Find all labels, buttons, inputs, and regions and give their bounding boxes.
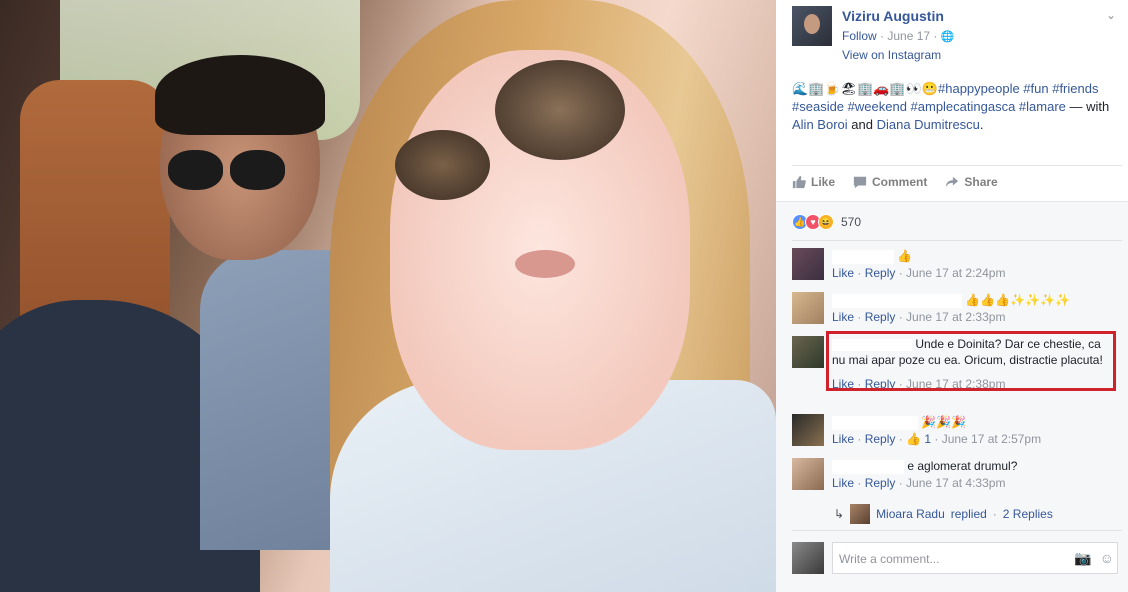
comment-time[interactable]: June 17 at 2:57pm	[942, 432, 1041, 446]
comment-button[interactable]: Comment	[853, 172, 927, 192]
tagged-person-2[interactable]: Diana Dumitrescu	[877, 117, 980, 132]
thumbs-up-icon	[792, 175, 806, 189]
share-icon	[946, 176, 959, 188]
divider	[792, 165, 1122, 166]
commenter-avatar[interactable]	[792, 248, 824, 280]
comment-time[interactable]: June 17 at 4:33pm	[906, 476, 1005, 490]
comment-like-link[interactable]: Like	[832, 476, 854, 490]
reactions-count: 570	[841, 215, 862, 229]
commenter-avatar[interactable]	[792, 336, 824, 368]
comment-likes-count[interactable]: 👍 1	[906, 432, 931, 446]
comment-actions: Like · Reply · June 17 at 2:24pm	[832, 266, 1006, 280]
sunglasses-man	[168, 150, 288, 190]
post-photo[interactable]	[0, 0, 776, 592]
comment-reply-link[interactable]: Reply	[865, 266, 896, 280]
divider	[792, 530, 1122, 531]
replied-verb: replied	[950, 507, 987, 521]
commenter-name-redacted	[832, 459, 904, 474]
comment-label: Comment	[872, 175, 928, 189]
like-button[interactable]: Like	[792, 172, 835, 192]
post-side-panel: Viziru Augustin Follow · June 17 · 🌐 Vie…	[776, 0, 1128, 592]
meta-separator: ·	[880, 29, 885, 43]
comment-like-link[interactable]: Like	[832, 266, 854, 280]
comment-actions: Like · Reply · June 17 at 4:33pm	[832, 476, 1006, 490]
commenter-name-redacted	[832, 293, 962, 308]
comment-text: 👍👍👍✨✨✨✨	[965, 293, 1070, 307]
tagged-person-1[interactable]: Alin Boroi	[792, 117, 848, 132]
comment-likes-number: 1	[924, 432, 932, 446]
comment-reply-link[interactable]: Reply	[865, 432, 896, 446]
separator: ·	[992, 507, 997, 521]
comment-like-link[interactable]: Like	[832, 432, 854, 446]
comment-reply-link[interactable]: Reply	[865, 310, 896, 324]
replier-name[interactable]: Mioara Radu	[876, 507, 945, 521]
commenter-avatar[interactable]	[792, 458, 824, 490]
divider	[792, 240, 1122, 241]
emoji-icon[interactable]: ☺	[1100, 550, 1114, 567]
camera-icon[interactable]: 📷	[1074, 550, 1091, 567]
post-meta: Follow · June 17 · 🌐	[842, 29, 954, 43]
post-date[interactable]: June 17	[887, 29, 930, 43]
globe-icon: 🌐	[940, 31, 955, 43]
reactions-summary[interactable]: 👍 ♥ 😆 570	[792, 214, 861, 230]
caption-emojis: 🌊🏢🍺🏖🏢🚗🏢👀😬	[792, 81, 938, 96]
haha-reaction-icon: 😆	[818, 214, 834, 230]
comment-text: e aglomerat drumul?	[907, 459, 1018, 473]
commenter-name-redacted	[832, 415, 918, 430]
reply-arrow-icon: ↳	[834, 507, 845, 521]
caption-and: and	[851, 117, 873, 132]
comment-icon	[853, 176, 867, 189]
post-header: Viziru Augustin Follow · June 17 · 🌐 Vie…	[792, 6, 1122, 66]
current-user-avatar	[792, 542, 824, 574]
comment-time[interactable]: June 17 at 2:33pm	[906, 310, 1005, 324]
comment-input-icons: 📷 ☺	[1074, 550, 1114, 567]
person-middle-hair	[155, 55, 325, 135]
comment-text: 🎉🎉🎉	[921, 415, 967, 429]
share-label: Share	[964, 175, 998, 189]
share-button[interactable]: Share	[945, 172, 998, 192]
lips	[515, 250, 575, 278]
replies-count[interactable]: 2 Replies	[1003, 507, 1053, 521]
commenter-name-redacted	[832, 249, 894, 264]
like-label: Like	[811, 175, 836, 189]
comment-actions: Like · Reply · June 17 at 2:33pm	[832, 310, 1006, 324]
comments-area: 👍 ♥ 😆 570 👍 Like · Reply · June 17 at 2:…	[776, 201, 1128, 592]
comment-actions: Like · Reply · 👍 1 · June 17 at 2:57pm	[832, 432, 1042, 446]
follow-link[interactable]: Follow	[842, 29, 877, 43]
caption-end: .	[979, 117, 984, 132]
comment-reply-link[interactable]: Reply	[865, 476, 896, 490]
view-on-instagram-link[interactable]: View on Instagram	[842, 48, 941, 62]
commenter-avatar[interactable]	[792, 292, 824, 324]
comment-like-link[interactable]: Like	[832, 310, 854, 324]
comment-text: 👍	[897, 249, 913, 263]
comment-time[interactable]: June 17 at 2:24pm	[906, 266, 1005, 280]
caption-with: — with	[1069, 99, 1110, 114]
meta-separator-2: ·	[933, 29, 938, 43]
author-name[interactable]: Viziru Augustin	[842, 8, 944, 24]
replier-avatar	[850, 504, 871, 524]
sunglasses-woman	[395, 60, 635, 200]
author-avatar[interactable]	[792, 6, 832, 46]
write-comment: Write a comment... 📷 ☺	[792, 540, 1122, 574]
commenter-avatar[interactable]	[792, 414, 824, 446]
post-actions: Like Comment Share	[792, 172, 998, 192]
replies-summary[interactable]: ↳ Mioara Radu replied · 2 Replies	[834, 504, 1053, 524]
highlight-box	[826, 331, 1116, 391]
post-caption: 🌊🏢🍺🏖🏢🚗🏢👀😬#happypeople #fun #friends #sea…	[792, 80, 1122, 134]
chevron-down-icon[interactable]: ⌄	[1106, 8, 1116, 22]
